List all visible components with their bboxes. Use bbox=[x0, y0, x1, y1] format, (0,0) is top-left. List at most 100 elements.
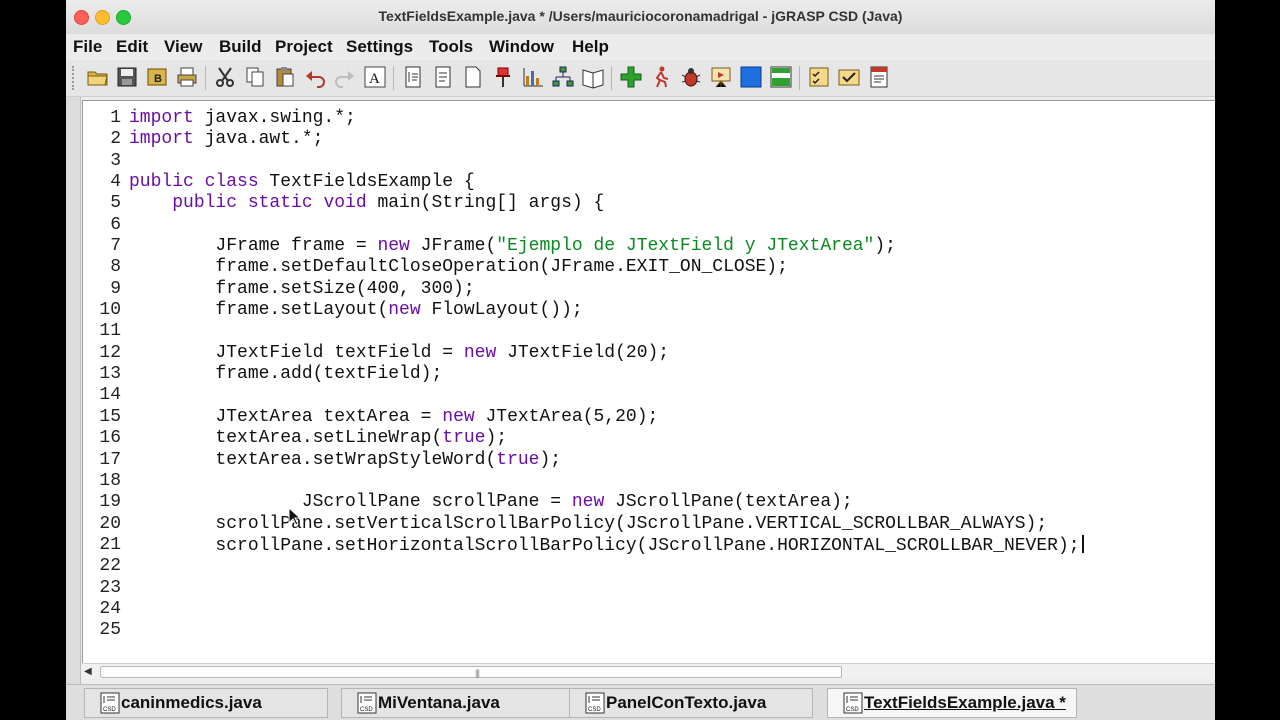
code-line[interactable] bbox=[129, 578, 1084, 599]
backup-icon[interactable]: B bbox=[145, 65, 169, 89]
code-line[interactable]: import java.awt.*; bbox=[129, 129, 1084, 150]
report-icon[interactable] bbox=[867, 65, 891, 89]
code-token: JTextArea textArea = bbox=[129, 406, 443, 427]
line-number: 8 bbox=[110, 257, 121, 278]
line-number: 9 bbox=[110, 278, 121, 299]
code-token: frame.setLayout( bbox=[129, 300, 389, 321]
code-line[interactable] bbox=[129, 321, 1084, 342]
copy-icon[interactable] bbox=[243, 65, 267, 89]
code-line[interactable]: import javax.swing.*; bbox=[129, 108, 1084, 129]
page-icon[interactable] bbox=[461, 65, 485, 89]
tab-textfieldsexample[interactable]: CSD TextFieldsExample.java * bbox=[827, 688, 1077, 718]
code-line[interactable]: JFrame frame = new JFrame("Ejemplo de JT… bbox=[129, 236, 1084, 257]
toolbar-grip[interactable] bbox=[72, 66, 78, 90]
envelope-check-icon[interactable] bbox=[837, 65, 861, 89]
code-line[interactable] bbox=[129, 215, 1084, 236]
line-number: 13 bbox=[99, 364, 121, 385]
tab-label: caninmedics.java bbox=[121, 693, 262, 712]
code-line[interactable]: JTextArea textArea = new JTextArea(5,20)… bbox=[129, 407, 1084, 428]
code-token: main(String[] args) { bbox=[366, 193, 605, 214]
scrollbar-thumb[interactable]: ||| bbox=[100, 666, 842, 678]
code-token: java.awt.*; bbox=[193, 129, 324, 150]
tab-panelcontexto[interactable]: CSD PanelConTexto.java bbox=[569, 688, 813, 718]
tree-icon[interactable] bbox=[551, 65, 575, 89]
line-number-gutter: 1 2 3 4 5 6 7 8 9 10 11 12 13 14 15 16 17 18 19 20 21 22 23 24 2… bbox=[83, 108, 121, 642]
code-token: JTextArea(5,20); bbox=[474, 406, 659, 427]
jgrasp-window: TextFieldsExample.java * /Users/mauricio… bbox=[66, 0, 1215, 720]
line-number: 18 bbox=[99, 470, 121, 491]
code-line[interactable] bbox=[129, 151, 1084, 172]
code-line[interactable]: JTextField textField = new JTextField(20… bbox=[129, 343, 1084, 364]
cut-icon[interactable] bbox=[213, 65, 237, 89]
line-number: 2 bbox=[110, 129, 121, 150]
open-folder-icon[interactable] bbox=[86, 65, 110, 89]
save-icon[interactable] bbox=[115, 65, 139, 89]
horizontal-scrollbar[interactable]: ◀ ||| bbox=[82, 663, 1215, 679]
menu-settings[interactable]: Settings bbox=[346, 37, 413, 57]
run-figure-icon[interactable] bbox=[649, 65, 673, 89]
code-editor[interactable]: 1 2 3 4 5 6 7 8 9 10 11 12 13 14 15 16 17 18 19 20 21 22 23 24 2… bbox=[82, 100, 1215, 665]
tab-miventana[interactable]: CSD MiVentana.java bbox=[341, 688, 585, 718]
menu-edit[interactable]: Edit bbox=[116, 37, 148, 57]
redo-icon[interactable] bbox=[333, 65, 357, 89]
code-line[interactable]: frame.setLayout(new FlowLayout()); bbox=[129, 300, 1084, 321]
code-line[interactable]: textArea.setLineWrap(true); bbox=[129, 428, 1084, 449]
blue-square-icon[interactable] bbox=[739, 65, 763, 89]
remove-csd-icon[interactable] bbox=[431, 65, 455, 89]
pin-icon[interactable] bbox=[491, 65, 515, 89]
compile-plus-icon[interactable] bbox=[619, 65, 643, 89]
code-token: frame.setSize(400, 300); bbox=[129, 278, 475, 299]
presentation-icon[interactable] bbox=[709, 65, 733, 89]
menu-build[interactable]: Build bbox=[219, 37, 262, 57]
debug-bug-icon[interactable] bbox=[679, 65, 703, 89]
code-line[interactable]: frame.add(textField); bbox=[129, 364, 1084, 385]
tab-label: MiVentana.java bbox=[378, 693, 500, 712]
menu-help[interactable]: Help bbox=[572, 37, 609, 57]
code-line[interactable]: scrollPane.setVerticalScrollBarPolicy(JS… bbox=[129, 514, 1084, 535]
line-number: 10 bbox=[99, 300, 121, 321]
line-number: 1 bbox=[110, 108, 121, 128]
menu-project[interactable]: Project bbox=[275, 37, 333, 57]
code-line[interactable]: public static void main(String[] args) { bbox=[129, 193, 1084, 214]
code-token: JTextField(20); bbox=[496, 342, 670, 363]
code-line[interactable]: textArea.setWrapStyleWord(true); bbox=[129, 450, 1084, 471]
menu-view[interactable]: View bbox=[164, 37, 202, 57]
paste-icon[interactable] bbox=[273, 65, 297, 89]
tab-label: PanelConTexto.java bbox=[606, 693, 767, 712]
checklist-icon[interactable] bbox=[807, 65, 831, 89]
code-text[interactable]: import javax.swing.*; import java.awt.*; p… bbox=[129, 108, 1084, 642]
code-line[interactable]: JScrollPane scrollPane = new JScrollPane… bbox=[129, 492, 1084, 513]
code-line[interactable]: public class TextFieldsExample { bbox=[129, 172, 1084, 193]
code-line[interactable]: frame.setDefaultCloseOperation(JFrame.EX… bbox=[129, 257, 1084, 278]
code-line[interactable] bbox=[129, 556, 1084, 577]
code-token: frame.setDefaultCloseOperation(JFrame.EX… bbox=[129, 257, 788, 278]
csd-file-icon: CSD bbox=[585, 692, 605, 714]
tab-caninmedics[interactable]: CSD caninmedics.java bbox=[84, 688, 328, 718]
line-number: 3 bbox=[110, 150, 121, 171]
code-line[interactable]: frame.setSize(400, 300); bbox=[129, 279, 1084, 300]
grip-icon: ||| bbox=[475, 668, 480, 678]
title-bar[interactable]: TextFieldsExample.java * /Users/mauricio… bbox=[66, 0, 1215, 35]
code-line[interactable] bbox=[129, 385, 1084, 406]
left-splitter[interactable] bbox=[66, 97, 81, 687]
code-line[interactable] bbox=[129, 620, 1084, 641]
font-icon[interactable]: A bbox=[363, 65, 387, 89]
code-line[interactable] bbox=[129, 471, 1084, 492]
print-icon[interactable] bbox=[175, 65, 199, 89]
green-window-icon[interactable] bbox=[769, 65, 793, 89]
mouse-pointer-icon bbox=[288, 507, 302, 526]
scroll-left-icon[interactable]: ◀ bbox=[84, 666, 92, 677]
menu-window[interactable]: Window bbox=[489, 37, 554, 57]
code-keyword: new bbox=[388, 300, 421, 321]
toolbar-separator bbox=[799, 66, 800, 90]
code-line[interactable] bbox=[129, 599, 1084, 620]
undo-icon[interactable] bbox=[303, 65, 327, 89]
line-number: 6 bbox=[110, 214, 121, 235]
code-line[interactable]: scrollPane.setHorizontalScrollBarPolicy(… bbox=[129, 534, 1084, 556]
menu-tools[interactable]: Tools bbox=[429, 37, 473, 57]
toolbar-separator bbox=[393, 66, 394, 90]
bar-chart-icon[interactable] bbox=[521, 65, 545, 89]
csd-icon[interactable] bbox=[401, 65, 425, 89]
book-icon[interactable] bbox=[581, 65, 605, 89]
menu-file[interactable]: File bbox=[73, 37, 102, 57]
